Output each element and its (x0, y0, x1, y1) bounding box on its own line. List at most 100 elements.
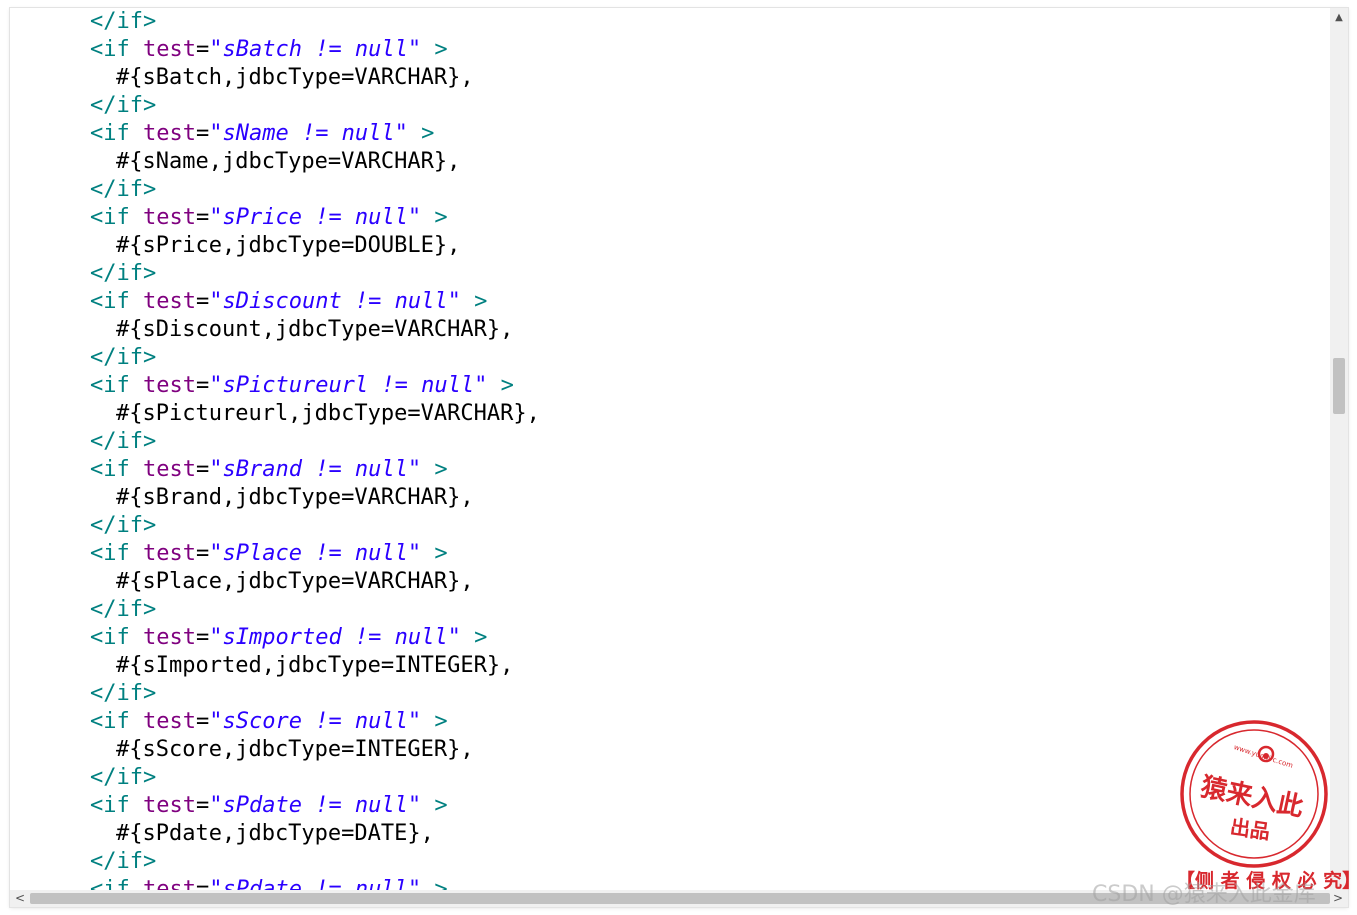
close-tag: </if> (90, 849, 157, 874)
code-line: #{sBrand,jdbcType=VARCHAR}, (10, 484, 540, 512)
code-text: #{sImported,jdbcType=INTEGER}, (116, 653, 514, 678)
code-line: </if> (10, 848, 540, 876)
csdn-watermark: CSDN @猿来入此金库 (1092, 882, 1316, 907)
code-line: #{sBatch,jdbcType=VARCHAR}, (10, 64, 540, 92)
tag-end: > (434, 205, 448, 230)
code-line: </if> (10, 428, 540, 456)
close-tag: </if> (90, 345, 157, 370)
code-line: <if test="sBatch != null" > (10, 36, 540, 64)
open-tag: <if (90, 793, 130, 818)
attribute-value: "sBrand != null" (209, 457, 422, 482)
tag-end: > (434, 457, 448, 482)
code-line: <if test="sPlace != null" > (10, 540, 540, 568)
open-tag: <if (90, 205, 130, 230)
attribute-equals: = (195, 877, 210, 890)
open-tag: <if (90, 625, 130, 650)
attribute-equals: = (195, 541, 210, 566)
scroll-up-arrow-icon[interactable]: ▲ (1330, 10, 1348, 26)
attribute-name: test (143, 37, 196, 62)
code-line: </if> (10, 680, 540, 708)
attribute-name: test (143, 121, 196, 146)
close-tag: </if> (90, 261, 157, 286)
attribute-equals: = (195, 373, 210, 398)
code-text: #{sName,jdbcType=VARCHAR}, (116, 149, 461, 174)
attribute-equals: = (195, 205, 210, 230)
code-text: #{sPdate,jdbcType=DATE}, (116, 821, 434, 846)
attribute-equals: = (195, 709, 210, 734)
attribute-name: test (143, 457, 196, 482)
seal-sub-text: 出品 (1229, 815, 1272, 844)
code-line: </if> (10, 260, 540, 288)
code-text: #{sScore,jdbcType=INTEGER}, (116, 737, 474, 762)
close-tag: </if> (90, 597, 157, 622)
code-text: #{sBatch,jdbcType=VARCHAR}, (116, 65, 474, 90)
tag-end: > (474, 625, 488, 650)
code-line: </if> (10, 764, 540, 792)
attribute-equals: = (195, 793, 210, 818)
attribute-value: "sPdate != null" (209, 793, 422, 818)
scroll-left-arrow-icon[interactable]: < (12, 890, 28, 907)
close-tag: </if> (90, 681, 157, 706)
attribute-name: test (143, 793, 196, 818)
close-tag: </if> (90, 765, 157, 790)
attribute-value: "sName != null" (209, 121, 408, 146)
attribute-value: "sPlace != null" (209, 541, 422, 566)
copyright-seal-icon: www.yuanlrc.com 猿来入此 出品 (1180, 720, 1328, 868)
code-text: #{sBrand,jdbcType=VARCHAR}, (116, 485, 474, 510)
open-tag: <if (90, 289, 130, 314)
attribute-name: test (143, 541, 196, 566)
code-line: <if test="sPdate != null" > (10, 876, 540, 890)
vertical-scroll-thumb[interactable] (1333, 358, 1345, 414)
code-text: #{sPictureurl,jdbcType=VARCHAR}, (116, 401, 540, 426)
code-line: </if> (10, 344, 540, 372)
code-text: #{sDiscount,jdbcType=VARCHAR}, (116, 317, 514, 342)
code-line: <if test="sDiscount != null" > (10, 288, 540, 316)
code-line: #{sImported,jdbcType=INTEGER}, (10, 652, 540, 680)
seal-main-text: 猿来入此 (1197, 772, 1306, 823)
attribute-value: "sBatch != null" (209, 37, 422, 62)
code-line: #{sScore,jdbcType=INTEGER}, (10, 736, 540, 764)
code-editor[interactable]: </if> <if test="sBatch != null" > #{sBatch… (10, 8, 1330, 890)
tag-end: > (434, 793, 448, 818)
close-tag: </if> (90, 93, 157, 118)
attribute-equals: = (195, 625, 210, 650)
code-line: </if> (10, 92, 540, 120)
code-line: <if test="sImported != null" > (10, 624, 540, 652)
tag-end: > (434, 709, 448, 734)
open-tag: <if (90, 37, 130, 62)
code-text: #{sPlace,jdbcType=VARCHAR}, (116, 569, 474, 594)
attribute-value: "sDiscount != null" (209, 289, 461, 314)
open-tag: <if (90, 121, 130, 146)
code-line: <if test="sBrand != null" > (10, 456, 540, 484)
tag-end: > (434, 37, 448, 62)
attribute-name: test (143, 625, 196, 650)
code-line: </if> (10, 176, 540, 204)
code-line: #{sPlace,jdbcType=VARCHAR}, (10, 568, 540, 596)
attribute-equals: = (195, 457, 210, 482)
code-line: </if> (10, 512, 540, 540)
code-line: </if> (10, 596, 540, 624)
close-tag: </if> (90, 9, 157, 34)
open-tag: <if (90, 457, 130, 482)
vertical-scrollbar[interactable]: ▲ (1330, 8, 1348, 890)
open-tag: <if (90, 373, 130, 398)
attribute-value: "sPdate != null" (209, 877, 422, 890)
attribute-value: "sScore != null" (209, 709, 422, 734)
tag-end: > (434, 541, 448, 566)
attribute-equals: = (195, 121, 210, 146)
code-line: </if> (10, 8, 540, 36)
code-line: <if test="sPrice != null" > (10, 204, 540, 232)
tag-end: > (421, 121, 435, 146)
code-line: #{sDiscount,jdbcType=VARCHAR}, (10, 316, 540, 344)
code-line: <if test="sScore != null" > (10, 708, 540, 736)
editor-window: </if> <if test="sBatch != null" > #{sBatch… (10, 8, 1348, 907)
attribute-name: test (143, 373, 196, 398)
attribute-value: "sPrice != null" (209, 205, 422, 230)
attribute-name: test (143, 709, 196, 734)
code-lines: </if> <if test="sBatch != null" > #{sBatch… (10, 8, 540, 890)
attribute-equals: = (195, 37, 210, 62)
close-tag: </if> (90, 513, 157, 538)
attribute-equals: = (195, 289, 210, 314)
attribute-name: test (143, 205, 196, 230)
code-line: #{sPdate,jdbcType=DATE}, (10, 820, 540, 848)
